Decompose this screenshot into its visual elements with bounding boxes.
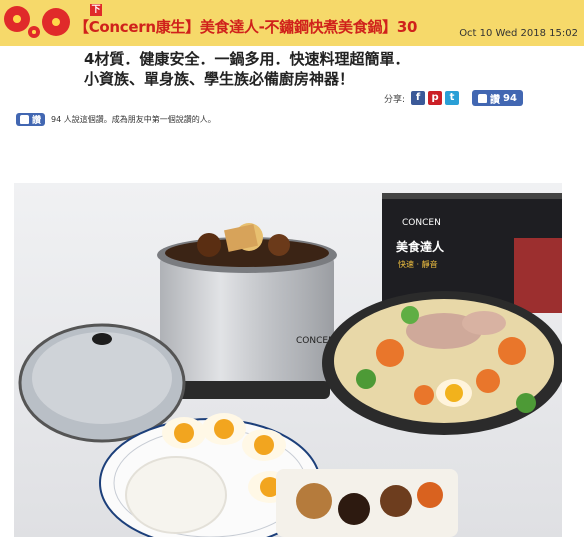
box-subtext: 快速 · 靜音 [398, 259, 438, 269]
header-banner: 下 【Concern康生】美食達人-不鏽鋼快煮美食鍋】30 Oct 10 Wed… [0, 0, 584, 46]
product-photo-illustration: CONCEN 美食達人 快速 · 靜音 CONCEN [18, 193, 562, 537]
small-like-button[interactable]: 讚 [16, 113, 46, 126]
plum-blossom-icon [28, 26, 40, 38]
like-button-count: 94 [503, 92, 517, 104]
article-line-2: 小資族、單身族、學生族必備廚房神器！ [84, 70, 355, 88]
like-button[interactable]: 讚 94 [472, 90, 523, 106]
box-brand: CONCEN [402, 218, 441, 228]
twitter-share-icon[interactable]: t [445, 91, 460, 105]
thumbs-up-icon [20, 115, 29, 124]
small-like-label: 讚 [32, 116, 42, 126]
plurk-share-icon[interactable]: p [428, 91, 443, 105]
like-summary-text: 94 人說這個讚。成為朋友中第一個說讚的人。 [51, 115, 216, 124]
plum-blossom-icon [42, 8, 70, 36]
plum-blossom-icon [4, 6, 30, 32]
like-button-label: 讚 [490, 94, 501, 106]
date-stamp: Oct 10 Wed 2018 15:02 [459, 28, 578, 39]
thumbs-up-icon [478, 93, 488, 103]
box-title: 美食達人 [396, 239, 445, 254]
article-line-1: 4材質．健康安全．一鍋多用．快速料理超簡單． [84, 50, 410, 68]
share-label: 分享: [384, 94, 406, 105]
like-summary-row: 讚 94 人說這個讚。成為朋友中第一個說讚的人。 [16, 113, 216, 126]
badge-icon: 下 [90, 4, 102, 16]
share-bar: 分享: f p t 讚 94 [384, 90, 523, 106]
page-title: 【Concern康生】美食達人-不鏽鋼快煮美食鍋】30 [74, 18, 418, 36]
product-photo: CONCEN 美食達人 快速 · 靜音 CONCEN [14, 183, 562, 537]
facebook-share-icon[interactable]: f [411, 91, 426, 105]
